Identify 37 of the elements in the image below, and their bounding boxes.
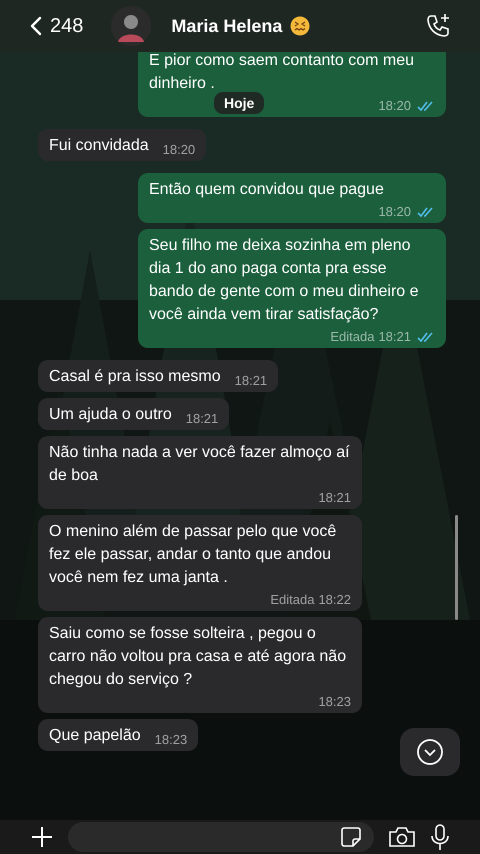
message-time: 18:21	[318, 489, 351, 507]
message-text: Saiu como se fosse solteira , pegou o carro não voltou pra casa e até agora não chegou do serviço ?	[49, 624, 348, 690]
contact-name[interactable]: Maria Helena	[171, 16, 282, 36]
message-time: 18:22	[318, 591, 351, 609]
confounded-face-icon	[290, 16, 310, 36]
message-text: Então quem convidou que pague	[149, 180, 384, 200]
scrollbar[interactable]	[455, 515, 458, 620]
add-call-icon[interactable]	[424, 12, 452, 40]
message-time: 18:20	[378, 97, 411, 115]
unread-count[interactable]: 248	[50, 14, 84, 38]
date-badge: Hoje	[214, 92, 264, 114]
message-time: 18:21	[234, 372, 268, 390]
message-text: Seu filho me deixa sozinha em pleno dia 1 do ano paga conta pra esse bando de gente com o meu dinheiro e você ainda vem tirar satisfação?	[149, 236, 420, 325]
message-text: Casal é pra isso mesmo	[49, 367, 221, 387]
message-text: E pior como saem contanto com meu dinheiro .	[149, 51, 416, 94]
message-time: 18:23	[318, 693, 351, 711]
message-time: 18:23	[154, 731, 188, 749]
camera-icon[interactable]	[388, 826, 416, 848]
plus-icon[interactable]	[30, 825, 54, 849]
message-text: Não tinha nada a ver você fazer almoço aí de boa	[49, 443, 351, 486]
message-text: Um ajuda o outro	[49, 405, 172, 425]
message-text: Fui convidada	[49, 136, 149, 156]
message-time: 18:20	[378, 203, 411, 221]
message-input[interactable]	[68, 822, 374, 852]
avatar[interactable]	[111, 6, 152, 46]
scroll-down-button[interactable]	[400, 728, 460, 776]
edited-label: Editada	[330, 328, 374, 346]
message-text: O menino além de passar pelo que você fez ele passar, andar o tanto que andou você nem fez uma janta .	[49, 522, 338, 588]
message-time: 18:20	[162, 141, 196, 159]
message-text: Que papelão	[49, 726, 141, 746]
message-time: 18:21	[186, 410, 218, 428]
message-time: 18:21	[378, 328, 411, 346]
chevron-down-icon	[416, 738, 444, 766]
edited-label: Editada	[270, 591, 314, 609]
microphone-icon[interactable]	[430, 824, 450, 850]
sticker-icon[interactable]	[340, 826, 362, 848]
back-icon[interactable]	[30, 16, 42, 36]
